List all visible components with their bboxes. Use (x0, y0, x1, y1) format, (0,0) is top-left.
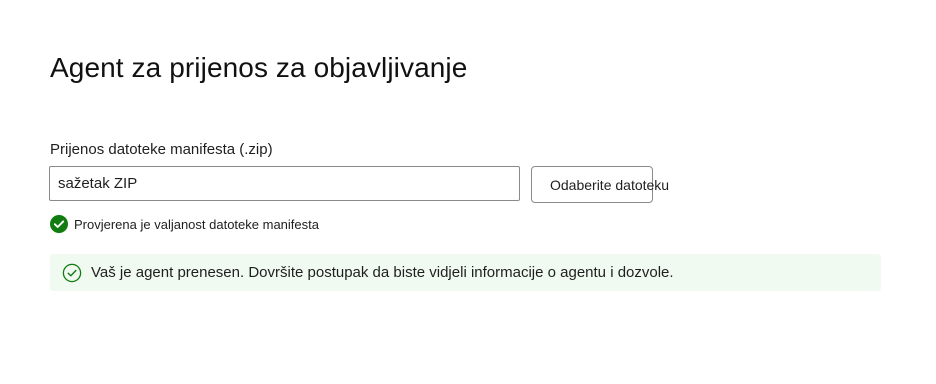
checkmark-circle-filled-icon (50, 215, 68, 233)
success-banner: Vaš je agent prenesen. Dovršite postupak… (50, 254, 881, 291)
validation-message: Provjerena je valjanost datoteke manifes… (50, 215, 319, 233)
checkmark-circle-outline-icon (62, 263, 82, 283)
validation-text: Provjerena je valjanost datoteke manifes… (74, 216, 319, 232)
success-banner-text: Vaš je agent prenesen. Dovršite postupak… (91, 264, 674, 281)
page-title: Agent za prijenos za objavljivanje (50, 52, 468, 83)
manifest-file-field[interactable] (49, 166, 520, 201)
choose-file-button[interactable]: Odaberite datoteku (531, 166, 669, 203)
manifest-upload-label: Prijenos datoteke manifesta (.zip) (50, 141, 273, 158)
